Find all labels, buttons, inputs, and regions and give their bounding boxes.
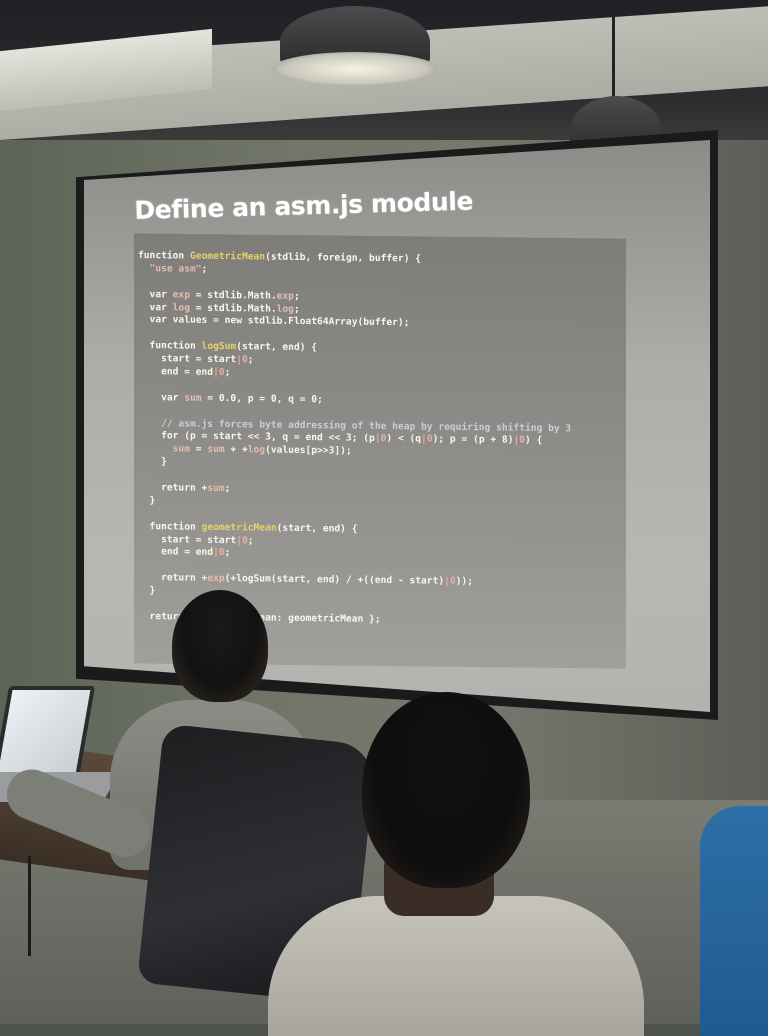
code-token: |0 [444,576,456,588]
code-token: geometricMean [201,521,277,534]
code-token: start = start [138,533,237,546]
code-token: logSum [201,341,237,353]
person-blue-shirt [700,806,768,1036]
code-token: |0 [421,433,433,446]
code-token: sum [207,444,225,456]
code-token: ; [293,290,300,302]
code-token: ; [201,263,208,275]
code-token: ; [247,534,254,547]
code-token: exp [172,289,190,301]
code-token: (start, end) { [276,522,358,535]
code-token: (values[p>>3]); [265,444,352,457]
code-token: ; [224,547,231,559]
code-token: = [189,443,208,456]
code-token: var [138,301,173,313]
pendant-lamp-left-light [272,52,438,86]
code-token: |0 [213,366,225,379]
code-token: ; [247,354,254,366]
code-listing: function GeometricMean(stdlib, foreign, … [138,250,618,630]
audience-member-head [172,590,268,702]
code-token: (stdlib, foreign, buffer) { [265,251,422,265]
code-token: } [138,585,156,597]
code-token: } [138,456,167,468]
code-token: function [138,340,202,353]
code-token: var [138,391,185,404]
code-token: = stdlib.Math. [189,302,277,315]
code-token: exp [207,573,225,585]
cable [28,856,31,956]
code-token: ) { [525,435,543,447]
code-token: )); [455,576,474,588]
code-token: return + [138,482,208,494]
code-token: log [247,444,266,456]
code-token: ) < (q [386,433,422,445]
code-token: sum [184,392,202,404]
code-token: exp [276,290,294,302]
code-token: |0 [513,435,526,447]
code-token: ; [224,367,231,379]
code-token: = stdlib.Math. [189,289,277,302]
code-token: ; [224,483,231,495]
code-token: + + [224,444,248,456]
code-token: |0 [374,433,387,445]
code-token: |0 [236,534,248,546]
code-token: |0 [236,354,248,366]
code-token: var values = new stdlib.Float64Array(buf… [138,314,410,329]
pendant-lamp-cord-right [612,0,615,100]
code-token: sum [172,443,190,455]
code-token: function [138,520,202,533]
code-token: for (p = start << 3, q = end << 3; (p [138,430,375,445]
code-token: (start, end) { [236,341,318,354]
code-token: = 0.0, p = 0, q = 0; [201,392,323,406]
code-token: (+logSum(start, end) / +((end - start) [224,573,445,588]
code-token: ; [293,303,300,315]
code-token: |0 [213,547,225,559]
code-token: end = end [138,366,214,378]
code-token: sum [207,482,225,495]
code-token: ); p = (p + 8) [432,434,514,447]
code-token: end = end [138,546,214,559]
code-token: GeometricMean [189,250,266,263]
code-token: var [138,288,173,301]
foreground-person-shirt [268,896,644,1036]
code-token: log [172,301,190,314]
code-token: log [276,303,294,315]
code-token: } [138,494,156,507]
foreground-person-head [362,692,530,888]
code-token: start = start [138,353,237,366]
code-token: "use asm" [138,262,202,275]
code-token: return + [138,572,208,585]
code-token: function [138,250,190,262]
